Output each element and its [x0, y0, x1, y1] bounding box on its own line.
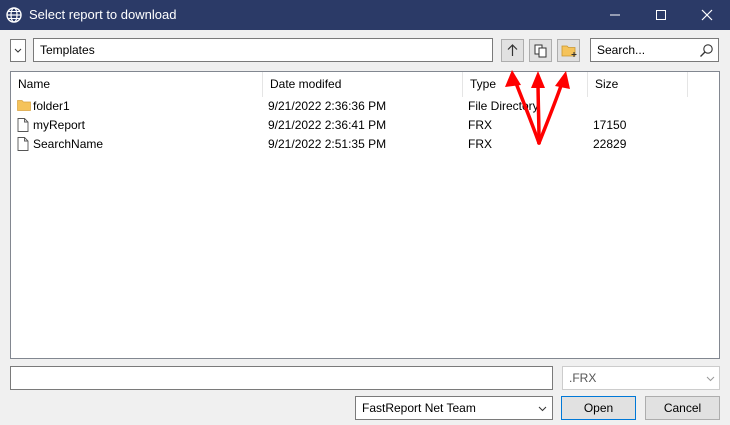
table-row[interactable]: SearchName 9/21/2022 2:51:35 PM FRX 2282…	[11, 135, 719, 154]
table-row[interactable]: folder1 9/21/2022 2:36:36 PM File Direct…	[11, 97, 719, 116]
path-field[interactable]: Templates	[33, 38, 493, 62]
new-folder-icon	[561, 45, 577, 57]
up-folder-button[interactable]	[501, 39, 524, 62]
row-date: 9/21/2022 2:51:35 PM	[268, 137, 387, 151]
file-name-input[interactable]	[10, 366, 553, 390]
title-bar: Select report to download	[0, 0, 730, 30]
column-header-date[interactable]: Date modifed	[263, 72, 463, 97]
search-placeholder: Search...	[597, 43, 646, 57]
maximize-icon	[656, 10, 666, 20]
close-icon	[701, 9, 713, 21]
chevron-down-icon	[14, 48, 22, 53]
search-icon	[700, 44, 713, 57]
close-button[interactable]	[684, 0, 730, 30]
row-type: FRX	[468, 137, 492, 151]
chevron-down-icon	[538, 406, 547, 412]
row-type: File Directory	[468, 99, 539, 113]
cancel-button[interactable]: Cancel	[645, 396, 720, 420]
path-value: Templates	[40, 43, 95, 57]
minimize-icon	[610, 14, 620, 16]
row-name: myReport	[33, 118, 86, 132]
minimize-button[interactable]	[592, 0, 638, 30]
connection-value: FastReport Net Team	[362, 401, 476, 415]
chevron-down-icon	[706, 376, 715, 382]
search-input[interactable]: Search...	[590, 38, 719, 62]
new-folder-button[interactable]	[557, 39, 580, 62]
copy-icon	[534, 44, 547, 58]
column-header-name[interactable]: Name	[11, 72, 263, 97]
up-arrow-icon	[507, 44, 518, 56]
open-button[interactable]: Open	[561, 396, 636, 420]
connection-dropdown[interactable]: FastReport Net Team	[355, 396, 553, 420]
file-icon	[17, 137, 29, 151]
row-size: 22829	[593, 137, 627, 151]
row-name: SearchName	[33, 137, 104, 151]
row-name: folder1	[33, 99, 70, 113]
folder-icon	[17, 100, 31, 111]
row-date: 9/21/2022 2:36:41 PM	[268, 118, 387, 132]
file-icon	[17, 118, 29, 132]
file-type-dropdown[interactable]: .FRX	[562, 366, 720, 390]
copy-button[interactable]	[529, 39, 552, 62]
file-type-value: .FRX	[569, 371, 597, 385]
row-size: 17150	[593, 118, 627, 132]
globe-icon	[6, 7, 22, 23]
row-date: 9/21/2022 2:36:36 PM	[268, 99, 387, 113]
table-row[interactable]: myReport 9/21/2022 2:36:41 PM FRX 17150	[11, 116, 719, 135]
history-dropdown[interactable]	[10, 39, 26, 62]
file-list[interactable]: Name Date modifed Type Size folder1 9/21…	[10, 71, 720, 359]
column-header-type[interactable]: Type	[463, 72, 588, 97]
column-header-size[interactable]: Size	[588, 72, 688, 97]
window-title: Select report to download	[29, 7, 177, 22]
maximize-button[interactable]	[638, 0, 684, 30]
row-type: FRX	[468, 118, 492, 132]
